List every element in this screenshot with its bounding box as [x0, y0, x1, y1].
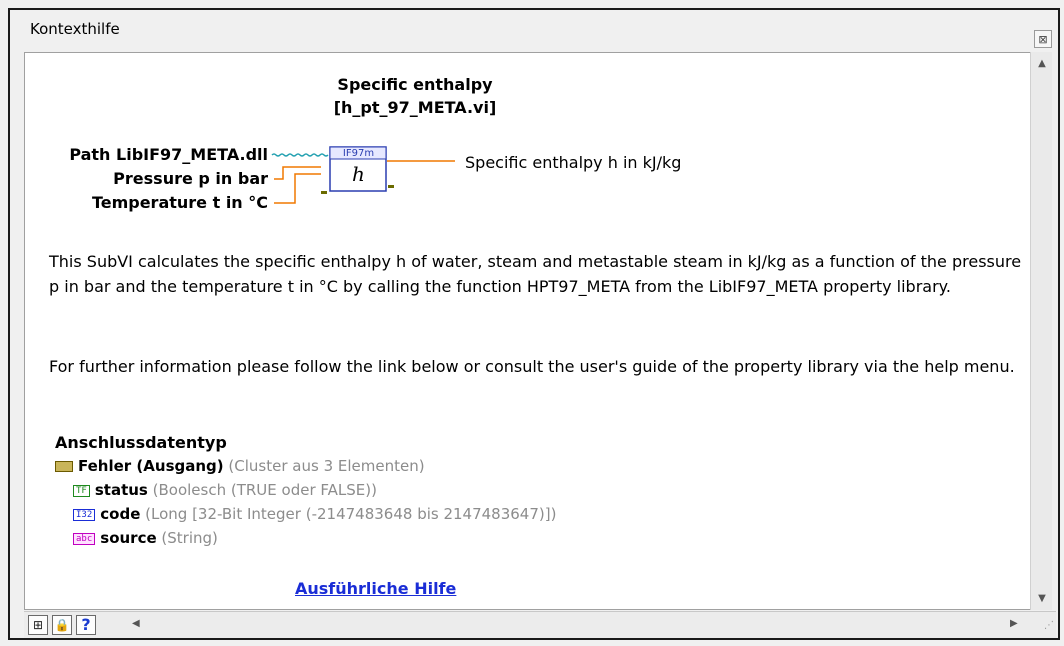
- resize-grip-icon[interactable]: ⋰: [1044, 620, 1054, 631]
- datatype-row-source: abc source (String): [73, 529, 218, 547]
- context-help-window: Kontexthilfe ⊠ Specific enthalpy [h_pt_9…: [8, 8, 1060, 640]
- error-out-terminal: [388, 185, 394, 188]
- help-toolbar: ⊞ 🔒 ? ◀ ▶ ⋰: [24, 611, 1056, 638]
- description-paragraph-1: This SubVI calculates the specific entha…: [49, 252, 1022, 296]
- scroll-up-icon[interactable]: ▲: [1031, 58, 1053, 69]
- datatype-name: code: [100, 505, 141, 523]
- close-button[interactable]: ⊠: [1034, 30, 1052, 48]
- error-in-terminal: [321, 191, 327, 194]
- close-icon: ⊠: [1038, 33, 1048, 46]
- datatype-row-error: Fehler (Ausgang) (Cluster aus 3 Elemente…: [55, 457, 425, 475]
- datatype-row-code: I32 code (Long [32-Bit Integer (-21474836…: [73, 505, 556, 523]
- lock-button[interactable]: 🔒: [52, 615, 72, 635]
- integer-icon: I32: [73, 508, 96, 521]
- datatype-name: source: [100, 529, 157, 547]
- description-paragraph-2: For further information please follow th…: [49, 357, 1015, 376]
- scroll-down-icon[interactable]: ▼: [1031, 593, 1053, 604]
- show-optional-terminals-icon: ⊞: [32, 618, 44, 632]
- show-optional-terminals-button[interactable]: ⊞: [28, 615, 48, 635]
- help-icon: ?: [81, 615, 91, 634]
- title-bar: Kontexthilfe ⊠: [10, 10, 1058, 48]
- cluster-icon: [55, 461, 73, 472]
- pressure-wire: [274, 166, 321, 180]
- help-content: Specific enthalpy [h_pt_97_META.vi] Path…: [24, 52, 1032, 610]
- string-icon: abc: [73, 532, 96, 545]
- datatype-name: Fehler (Ausgang): [78, 457, 224, 475]
- vertical-scrollbar[interactable]: ▲ ▼: [1030, 52, 1052, 610]
- scroll-right-icon[interactable]: ▶: [1010, 618, 1018, 629]
- subvi-icon-label: IF97m: [342, 148, 375, 159]
- datatype-desc: (Cluster aus 3 Elementen): [228, 457, 425, 475]
- datatype-desc: (Long [32-Bit Integer (-2147483648 bis 2…: [145, 505, 557, 523]
- window-title: Kontexthilfe: [30, 20, 120, 38]
- boolean-icon: TF: [73, 484, 90, 497]
- datatype-desc: (String): [161, 529, 218, 547]
- lock-icon: 🔒: [54, 618, 70, 632]
- help-button[interactable]: ?: [76, 615, 96, 635]
- detailed-help-link[interactable]: Ausführliche Hilfe: [295, 579, 456, 598]
- path-wire: [271, 153, 329, 157]
- datatype-desc: (Boolesch (TRUE oder FALSE)): [152, 481, 377, 499]
- datatype-row-status: TF status (Boolesch (TRUE oder FALSE)): [73, 481, 377, 499]
- datatype-name: status: [94, 481, 148, 499]
- scroll-left-icon[interactable]: ◀: [132, 618, 140, 629]
- subvi-icon-symbol: h: [352, 162, 365, 186]
- output-label-enthalpy: Specific enthalpy h in kJ/kg: [465, 153, 682, 172]
- datatype-heading: Anschlussdatentyp: [55, 433, 227, 452]
